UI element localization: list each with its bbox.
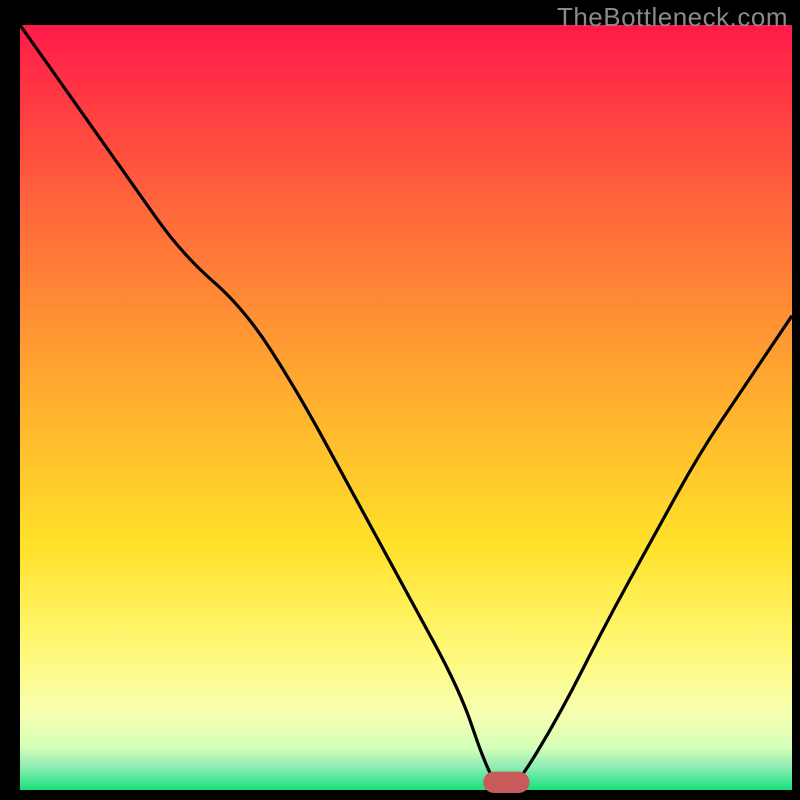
chart-container: TheBottleneck.com (0, 0, 800, 800)
watermark-text: TheBottleneck.com (557, 2, 788, 33)
chart-svg (0, 0, 800, 800)
optimal-marker (483, 772, 529, 793)
chart-gradient-background (20, 25, 792, 790)
